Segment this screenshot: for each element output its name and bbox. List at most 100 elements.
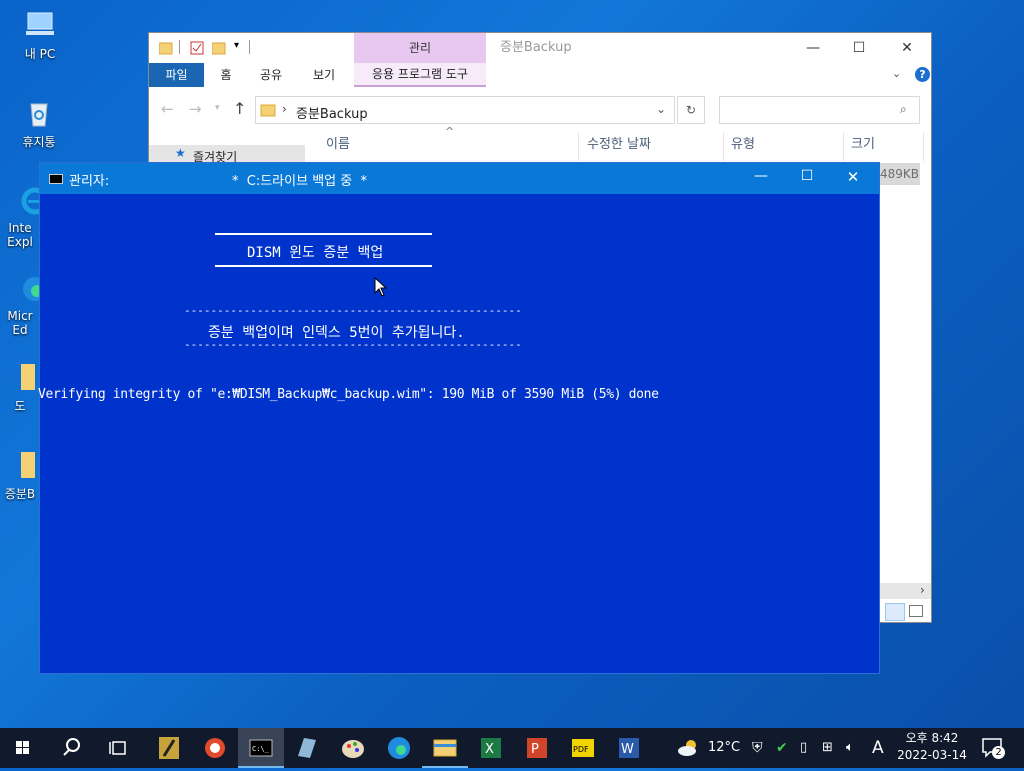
folder-icon	[3, 360, 37, 394]
context-tab-manage[interactable]: 관리	[354, 33, 486, 63]
selected-row-highlight[interactable]: 489KB	[880, 163, 920, 185]
column-header-type[interactable]: 유형	[724, 133, 844, 161]
command-prompt-window[interactable]: 관리자: * C:드라이브 백업 중 * — ☐ ✕ DISM 윈도 증분 백업…	[38, 162, 880, 674]
ribbon-tabs: 파일 홈 공유 보기 응용 프로그램 도구 ⌄ ?	[149, 63, 931, 88]
window-title: 증분Backup	[500, 40, 572, 55]
divider	[179, 40, 180, 54]
ribbon-expand-icon[interactable]: ⌄	[892, 67, 901, 80]
divider	[249, 40, 250, 54]
taskbar: C:\_ X P PDF W 12°C ⛨ ✔ ▯ ⊞ 🔈︎ A 오후 8:42…	[0, 728, 1024, 768]
svg-text:C:\_: C:\_	[252, 745, 270, 753]
notification-center-button[interactable]: 2	[980, 736, 1006, 760]
dash-line-top: ----------------------------------------…	[184, 304, 522, 317]
close-button[interactable]: ✕	[832, 168, 874, 186]
tab-view[interactable]: 보기	[306, 63, 342, 87]
column-header-size[interactable]: 크기	[844, 133, 924, 161]
desktop-icon-this-pc[interactable]: 내 PC	[5, 8, 75, 62]
tab-file[interactable]: 파일	[149, 63, 204, 87]
forward-arrow-icon[interactable]: →	[189, 100, 202, 118]
desktop-icon-folder[interactable]: 도	[0, 360, 40, 414]
taskbar-app-1[interactable]	[146, 728, 192, 768]
weather-cloud-icon[interactable]	[676, 737, 700, 762]
taskbar-powerpoint[interactable]: P	[514, 728, 560, 768]
minimize-button[interactable]: —	[790, 33, 836, 63]
taskbar-app-3[interactable]	[284, 728, 330, 768]
volume-muted-icon[interactable]: 🔈︎	[846, 728, 854, 768]
folder-icon	[158, 41, 173, 55]
check-shield-icon[interactable]: ✔	[776, 728, 788, 768]
taskbar-paint[interactable]	[330, 728, 376, 768]
tab-home[interactable]: 홈	[209, 63, 243, 87]
security-shield-icon[interactable]: ⛨	[752, 728, 763, 768]
back-arrow-icon[interactable]: ←	[161, 100, 174, 118]
folder-icon	[433, 739, 457, 757]
taskbar-pdf[interactable]: PDF	[560, 728, 606, 768]
folder-icon	[3, 448, 37, 482]
app-icon	[298, 738, 316, 758]
taskbar-cmd[interactable]: C:\_	[238, 728, 284, 768]
usb-device-icon[interactable]: ▯	[800, 728, 807, 768]
scroll-right-icon[interactable]: ›	[920, 583, 925, 597]
explorer-titlebar[interactable]: ▾ 관리 증분Backup — ☐ ✕	[149, 33, 931, 63]
breadcrumb-chevron-icon: ›	[282, 102, 287, 116]
svg-text:W: W	[621, 742, 634, 757]
maximize-button[interactable]: ☐	[836, 33, 882, 63]
app-icon	[159, 737, 179, 759]
heading-rule-top	[215, 233, 432, 235]
windows-logo-icon	[16, 741, 29, 754]
address-dropdown-icon[interactable]: ⌄	[656, 102, 666, 116]
svg-text:PDF: PDF	[573, 745, 589, 754]
column-header-date-modified[interactable]: 수정한 날짜	[580, 133, 724, 161]
breadcrumb-current[interactable]: 증분Backup	[296, 103, 368, 122]
clock[interactable]: 오후 8:42 2022-03-14	[896, 730, 968, 764]
address-bar[interactable]: › 증분Backup ⌄	[255, 96, 675, 124]
large-icons-view-icon[interactable]	[909, 605, 923, 617]
cmd-icon: C:\_	[249, 739, 273, 757]
horizontal-scrollbar[interactable]: ›	[880, 583, 931, 599]
desktop-icon-label: 휴지통	[22, 135, 56, 149]
cmd-progress-line: Verifying integrity of "e:₩DISM_Backup₩c…	[38, 387, 659, 402]
quick-access-dropdown-icon[interactable]: ▾	[234, 40, 248, 54]
dash-line-bottom: ----------------------------------------…	[184, 338, 522, 351]
search-input[interactable]: ⌕	[719, 96, 920, 124]
tab-application-tools[interactable]: 응용 프로그램 도구	[354, 63, 486, 87]
taskbar-app-2[interactable]	[192, 728, 238, 768]
desktop-icon-label: Micr Ed	[7, 309, 33, 337]
new-folder-icon[interactable]	[211, 41, 226, 55]
recent-locations-icon[interactable]: ▾	[215, 103, 220, 113]
desktop-icon-recycle-bin[interactable]: 휴지통	[4, 96, 74, 150]
edge-icon	[388, 737, 410, 759]
cmd-heading: DISM 윈도 증분 백업	[247, 245, 384, 261]
cmd-title: * C:드라이브 백업 중 *	[232, 174, 367, 189]
up-arrow-icon[interactable]: ↑	[233, 99, 246, 118]
svg-text:X: X	[485, 742, 494, 757]
tab-share[interactable]: 공유	[253, 63, 289, 87]
taskbar-edge[interactable]	[376, 728, 422, 768]
taskbar-file-explorer[interactable]	[422, 728, 468, 768]
start-button[interactable]	[0, 728, 46, 768]
folder-icon	[260, 102, 276, 121]
clock-date: 2022-03-14	[897, 748, 967, 762]
input-method-indicator[interactable]: A	[872, 728, 884, 768]
weather-temperature[interactable]: 12°C	[708, 728, 740, 768]
desktop-icon-incremental-backup[interactable]: 증분B	[0, 448, 40, 502]
powerpoint-icon: P	[527, 738, 547, 758]
refresh-button[interactable]: ↻	[677, 96, 705, 124]
close-button[interactable]: ✕	[884, 33, 930, 63]
taskbar-excel[interactable]: X	[468, 728, 514, 768]
file-size-value: 489KB	[880, 167, 920, 181]
help-icon[interactable]: ?	[915, 67, 930, 82]
details-view-icon[interactable]	[885, 603, 905, 621]
network-icon[interactable]: ⊞	[822, 728, 833, 768]
search-button[interactable]	[48, 728, 94, 768]
taskbar-word[interactable]: W	[606, 728, 652, 768]
search-icon	[63, 738, 80, 756]
cmd-title-admin: 관리자:	[69, 174, 110, 189]
app-icon	[205, 738, 225, 758]
maximize-button[interactable]: ☐	[786, 168, 828, 184]
search-icon: ⌕	[900, 102, 907, 116]
cmd-titlebar[interactable]: 관리자: * C:드라이브 백업 중 * — ☐ ✕	[40, 163, 879, 194]
properties-icon[interactable]	[190, 41, 204, 55]
task-view-button[interactable]	[96, 728, 142, 768]
minimize-button[interactable]: —	[740, 168, 782, 184]
